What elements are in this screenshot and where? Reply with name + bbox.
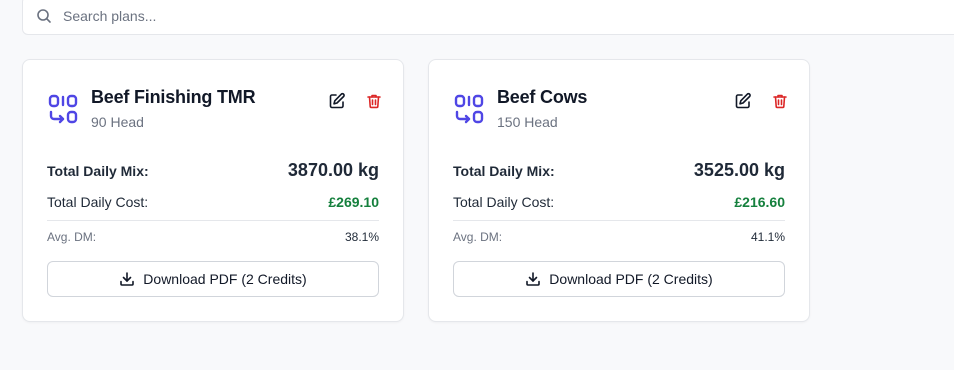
rations-icon [47, 93, 79, 125]
total-daily-mix-value: 3870.00 kg [287, 160, 379, 180]
rations-icon [453, 93, 485, 125]
total-daily-cost-value: £269.10 [328, 194, 379, 210]
edit-button[interactable] [324, 90, 350, 116]
search-bar[interactable] [22, 0, 954, 35]
search-input[interactable] [63, 7, 663, 24]
edit-button[interactable] [730, 90, 756, 116]
total-daily-mix-label: Total Daily Mix: [453, 163, 555, 179]
plan-title: Beef Cows [497, 87, 588, 107]
delete-button[interactable] [361, 90, 387, 116]
divider [47, 220, 379, 221]
download-icon [525, 271, 541, 287]
divider [453, 220, 785, 221]
edit-icon [734, 92, 752, 115]
avg-dm-label: Avg. DM: [47, 230, 97, 244]
download-pdf-button[interactable]: Download PDF (2 Credits) [47, 261, 379, 297]
edit-icon [328, 92, 346, 115]
total-daily-cost-label: Total Daily Cost: [453, 194, 555, 210]
total-daily-mix-label: Total Daily Mix: [47, 163, 149, 179]
plan-head-count: 90 Head [91, 114, 144, 130]
search-icon [35, 7, 53, 25]
trash-icon [772, 93, 788, 114]
plan-card: Beef Cows 150 Head Total Daily Mix: 3525… [428, 59, 810, 322]
plan-title: Beef Finishing TMR [91, 87, 256, 107]
download-icon [119, 271, 135, 287]
download-pdf-button[interactable]: Download PDF (2 Credits) [453, 261, 785, 297]
download-pdf-label: Download PDF (2 Credits) [143, 271, 307, 287]
total-daily-cost-value: £216.60 [734, 194, 785, 210]
avg-dm-value: 38.1% [344, 230, 379, 244]
plan-head-count: 150 Head [497, 114, 558, 130]
trash-icon [366, 93, 382, 114]
download-pdf-label: Download PDF (2 Credits) [549, 271, 713, 287]
plan-card: Beef Finishing TMR 90 Head Total Daily M… [22, 59, 404, 322]
avg-dm-value: 41.1% [750, 230, 785, 244]
total-daily-mix-value: 3525.00 kg [693, 160, 785, 180]
avg-dm-label: Avg. DM: [453, 230, 503, 244]
total-daily-cost-label: Total Daily Cost: [47, 194, 149, 210]
delete-button[interactable] [767, 90, 793, 116]
